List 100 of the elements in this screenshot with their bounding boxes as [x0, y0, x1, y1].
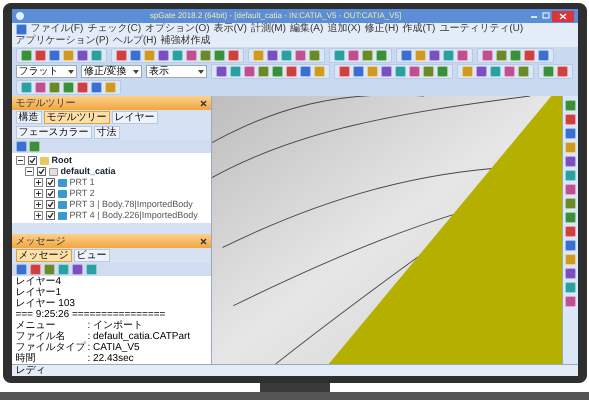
tool-icon[interactable] — [30, 264, 40, 275]
maximize-icon[interactable] — [540, 11, 552, 21]
collapse-icon[interactable] — [24, 167, 34, 176]
menu-item[interactable]: ファイル(F) — [30, 23, 84, 35]
close-icon[interactable] — [552, 10, 574, 22]
tool-icon[interactable] — [266, 50, 278, 61]
tool-icon[interactable] — [428, 50, 440, 61]
tool-icon[interactable] — [58, 264, 68, 275]
tool-icon[interactable] — [462, 66, 474, 77]
tree-item[interactable]: PRT 2 — [70, 186, 95, 200]
tool-icon[interactable] — [300, 66, 312, 77]
tool-icon[interactable] — [334, 50, 344, 61]
tool-icon[interactable] — [564, 212, 576, 223]
tool-icon[interactable] — [228, 50, 238, 61]
tool-icon[interactable] — [48, 50, 60, 61]
menu-item[interactable]: 表示(V) — [214, 23, 247, 35]
checkbox[interactable] — [46, 211, 54, 220]
expand-icon[interactable] — [34, 189, 42, 198]
tool-icon[interactable] — [400, 50, 412, 61]
tool-icon[interactable] — [62, 50, 74, 61]
tool-icon[interactable] — [518, 66, 530, 77]
menu-item[interactable]: ヘルプ(H) — [112, 35, 157, 47]
tool-icon[interactable] — [414, 50, 426, 61]
tool-icon[interactable] — [214, 50, 224, 61]
tool-icon[interactable] — [286, 66, 298, 77]
checkbox[interactable] — [46, 200, 54, 209]
menu-item[interactable]: 作成(T) — [402, 23, 436, 35]
tool-icon[interactable] — [144, 50, 154, 61]
tool-icon[interactable] — [308, 50, 320, 61]
tool-icon[interactable] — [564, 156, 576, 167]
tool-icon[interactable] — [76, 50, 88, 61]
tool-icon[interactable] — [564, 296, 576, 307]
tool-icon[interactable] — [86, 264, 96, 275]
tree-item[interactable]: PRT 3 | Body.78|ImportedBody — [70, 198, 193, 212]
tool-icon[interactable] — [116, 50, 126, 61]
tool-icon[interactable] — [564, 198, 576, 209]
tool-icon[interactable] — [280, 50, 292, 61]
tree-item[interactable]: default_catia — [60, 164, 116, 178]
tool-icon[interactable] — [490, 66, 502, 77]
menu-item[interactable]: オプション(O) — [145, 23, 210, 35]
tool-icon[interactable] — [90, 50, 102, 61]
tool-icon[interactable] — [34, 82, 46, 93]
tool-icon[interactable] — [564, 282, 576, 293]
expand-icon[interactable] — [34, 178, 42, 187]
tool-icon[interactable] — [172, 50, 182, 61]
checkbox[interactable] — [28, 156, 36, 165]
tool-icon[interactable] — [314, 66, 326, 77]
tool-icon[interactable] — [362, 50, 372, 61]
tool-icon[interactable] — [72, 264, 82, 275]
panel-tab[interactable]: メッセージ — [16, 249, 72, 262]
tool-icon[interactable] — [557, 66, 568, 77]
panel-tab[interactable]: 構造 — [16, 111, 42, 124]
tool-icon[interactable] — [476, 66, 488, 77]
close-icon[interactable] — [200, 100, 206, 106]
tool-icon[interactable] — [216, 66, 228, 77]
panel-tab[interactable]: レイヤー — [112, 111, 158, 124]
dropdown[interactable]: 表示 — [146, 65, 208, 78]
tool-icon[interactable] — [564, 100, 576, 111]
tool-icon[interactable] — [272, 66, 284, 77]
tool-icon[interactable] — [504, 66, 516, 77]
tree-item[interactable]: Root — [52, 154, 72, 168]
tool-icon[interactable] — [395, 66, 406, 77]
tool-icon[interactable] — [48, 82, 60, 93]
tool-icon[interactable] — [409, 66, 420, 77]
tool-icon[interactable] — [423, 66, 434, 77]
tree-item[interactable]: PRT 4 | Body.226|ImportedBody — [70, 208, 198, 222]
menu-item[interactable]: ユーティリティ(U) — [439, 23, 524, 35]
dropdown[interactable]: 修正/変換 — [80, 65, 142, 78]
menu-item[interactable]: アプリケーション(P) — [16, 35, 109, 47]
tool-icon[interactable] — [510, 50, 520, 61]
tool-icon[interactable] — [564, 226, 576, 237]
tool-icon[interactable] — [538, 50, 548, 61]
menu-item[interactable]: 補強材作成 — [160, 35, 211, 47]
tool-icon[interactable] — [564, 240, 576, 251]
tool-icon[interactable] — [28, 141, 40, 152]
menu-item[interactable]: 計測(M) — [250, 23, 286, 35]
tool-icon[interactable] — [564, 114, 576, 125]
tool-icon[interactable] — [564, 170, 576, 181]
tool-icon[interactable] — [252, 50, 264, 61]
expand-icon[interactable] — [34, 200, 42, 209]
tool-icon[interactable] — [381, 66, 392, 77]
tool-icon[interactable] — [367, 66, 378, 77]
tool-icon[interactable] — [442, 50, 454, 61]
tool-icon[interactable] — [564, 142, 576, 153]
tool-icon[interactable] — [158, 50, 168, 61]
tool-icon[interactable] — [90, 82, 102, 93]
dropdown[interactable]: フラット — [16, 65, 77, 78]
checkbox[interactable] — [46, 189, 54, 198]
tool-icon[interactable] — [230, 66, 242, 77]
tool-icon[interactable] — [543, 66, 554, 77]
tool-icon[interactable] — [76, 82, 88, 93]
tool-icon[interactable] — [496, 50, 506, 61]
tool-icon[interactable] — [524, 50, 534, 61]
tool-icon[interactable] — [564, 268, 576, 279]
tool-icon[interactable] — [348, 50, 358, 61]
tool-icon[interactable] — [104, 82, 116, 93]
checkbox[interactable] — [36, 167, 46, 176]
tool-icon[interactable] — [258, 66, 270, 77]
tool-icon[interactable] — [16, 264, 26, 275]
checkbox[interactable] — [46, 178, 54, 187]
